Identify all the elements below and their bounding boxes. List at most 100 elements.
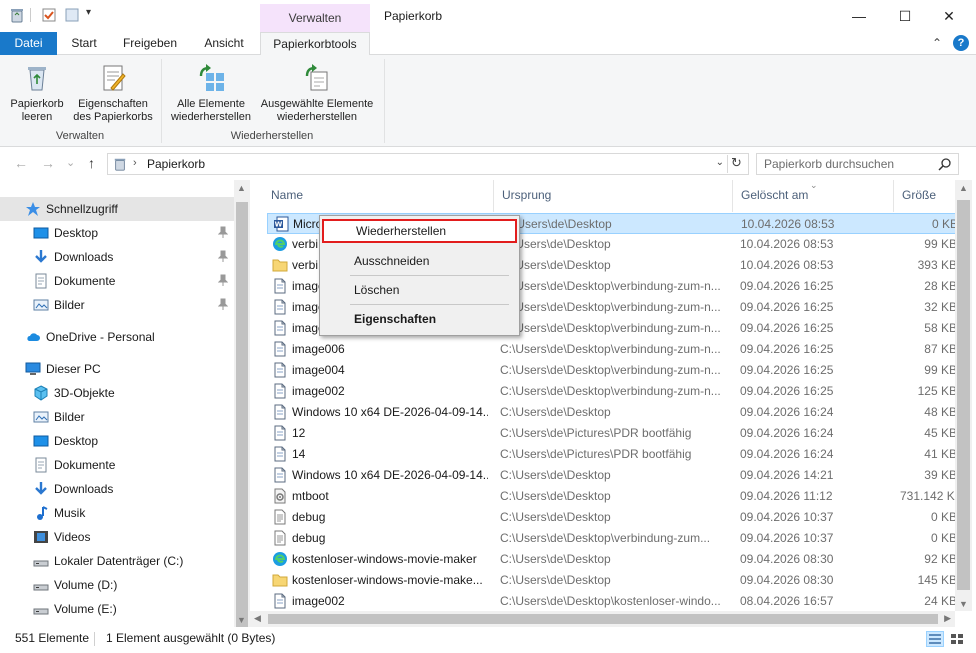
nav-item[interactable]: Videos	[0, 525, 234, 549]
recent-locations-button[interactable]: ⌄	[66, 156, 75, 169]
menu-item-delete[interactable]: Löschen	[322, 278, 517, 302]
table-row[interactable]: debug C:\Users\de\Desktop\verbindung-zum.…	[267, 528, 955, 549]
close-button[interactable]: ✕	[926, 0, 972, 32]
tab-recycle-bin-tools[interactable]: Papierkorbtools	[260, 32, 370, 56]
recycle-bin-small-icon[interactable]	[9, 7, 25, 23]
search-icon[interactable]	[938, 157, 952, 171]
table-row[interactable]: kostenloser-windows-movie-make... C:\User…	[267, 570, 955, 591]
address-bar[interactable]: › Papierkorb ⌄ ↻	[107, 153, 749, 175]
up-button[interactable]: ↑	[88, 155, 95, 171]
back-button[interactable]: ←	[14, 155, 28, 171]
tab-view[interactable]: Ansicht	[192, 32, 256, 55]
table-row[interactable]: image002 C:\Users\de\Desktop\kostenloser-…	[267, 591, 955, 611]
tab-file[interactable]: Datei	[0, 32, 57, 55]
horizontal-scrollbar[interactable]: ◀ ▶	[250, 611, 955, 627]
file-list-scroll-thumb[interactable]	[957, 200, 970, 590]
scroll-up-arrow-icon[interactable]: ▲	[959, 183, 968, 193]
large-icons-view-button[interactable]	[948, 631, 966, 647]
nav-item[interactable]: Musik	[0, 501, 234, 525]
restore-all-label-2: wiederherstellen	[170, 111, 252, 123]
quick-access-dropdown-icon[interactable]: ▾	[86, 7, 91, 18]
nav-item[interactable]: Downloads	[0, 245, 234, 269]
refresh-icon[interactable]: ↻	[727, 155, 745, 173]
help-icon[interactable]: ?	[953, 35, 969, 51]
nav-item[interactable]: Volume (E:)	[0, 597, 234, 621]
table-row[interactable]: Windows 10 x64 DE-2026-04-09-14... C:\Use…	[267, 465, 955, 486]
ribbon-group-separator	[384, 59, 385, 143]
column-header-origin[interactable]: Ursprung	[493, 180, 732, 212]
scroll-left-arrow-icon[interactable]: ◀	[254, 613, 261, 624]
new-folder-icon[interactable]	[64, 7, 80, 23]
pin-icon	[217, 298, 229, 310]
scroll-up-arrow-icon[interactable]: ▲	[237, 183, 246, 193]
pictures-icon	[33, 409, 49, 425]
scroll-right-arrow-icon[interactable]: ▶	[944, 613, 951, 624]
table-row[interactable]: image002 C:\Users\de\Desktop\verbindung-z…	[267, 381, 955, 402]
file-icon	[272, 467, 288, 483]
table-row[interactable]: debug C:\Users\de\Desktop 09.04.2026 10:37…	[267, 507, 955, 528]
search-input[interactable]: Papierkorb durchsuchen	[764, 157, 894, 171]
breadcrumb-chevron-icon[interactable]: ›	[133, 157, 137, 169]
table-row[interactable]: mtboot C:\Users\de\Desktop 09.04.2026 11:1…	[267, 486, 955, 507]
nav-item[interactable]: Desktop	[0, 221, 234, 245]
text-file-icon	[272, 530, 288, 546]
cell-deleted: 09.04.2026 16:24	[740, 405, 834, 419]
cell-origin: C:\Users\de\Desktop\verbindung-zum-n...	[500, 363, 721, 377]
breadcrumb-recycle-bin[interactable]: Papierkorb	[147, 157, 205, 171]
cell-deleted: 10.04.2026 08:53	[740, 258, 834, 272]
nav-item-label: Volume (E:)	[54, 602, 117, 616]
table-row[interactable]: 12 C:\Users\de\Pictures\PDR bootfähig 09.0…	[267, 423, 955, 444]
restore-all-button[interactable]: Alle Elemente wiederherstellen	[166, 59, 256, 125]
scroll-down-arrow-icon[interactable]: ▼	[237, 615, 246, 625]
restore-selected-button[interactable]: Ausgewählte Elemente wiederherstellen	[256, 59, 378, 125]
nav-item[interactable]: Dokumente	[0, 453, 234, 477]
column-header-size[interactable]: Größe	[893, 180, 955, 212]
cell-deleted: 09.04.2026 16:25	[740, 363, 834, 377]
nav-item[interactable]: Bilder	[0, 405, 234, 429]
properties-check-icon[interactable]	[41, 7, 57, 23]
table-row[interactable]: image004 C:\Users\de\Desktop\verbindung-z…	[267, 360, 955, 381]
nav-item[interactable]: Schnellzugriff	[0, 197, 234, 221]
scroll-down-arrow-icon[interactable]: ▼	[959, 599, 968, 609]
table-row[interactable]: 14 C:\Users\de\Pictures\PDR bootfähig 09.0…	[267, 444, 955, 465]
navigation-scrollbar[interactable]: ▲ ▼	[234, 180, 250, 632]
nav-item[interactable]: 3D-Objekte	[0, 381, 234, 405]
cell-origin: C:\Users\de\Pictures\PDR bootfähig	[500, 426, 692, 440]
table-row[interactable]: kostenloser-windows-movie-maker C:\Users\…	[267, 549, 955, 570]
nav-item[interactable]: Volume (D:)	[0, 573, 234, 597]
nav-item[interactable]: Lokaler Datenträger (C:)	[0, 549, 234, 573]
nav-item[interactable]: Desktop	[0, 429, 234, 453]
table-row[interactable]: Windows 10 x64 DE-2026-04-09-14... C:\Use…	[267, 402, 955, 423]
nav-item[interactable]: Dieser PC	[0, 357, 234, 381]
menu-item-restore[interactable]: Wiederherstellen	[322, 219, 517, 243]
cell-deleted: 09.04.2026 11:12	[740, 489, 833, 503]
address-dropdown-icon[interactable]: ⌄	[716, 157, 724, 168]
nav-item[interactable]: Downloads	[0, 477, 234, 501]
table-row[interactable]: image006 C:\Users\de\Desktop\verbindung-z…	[267, 339, 955, 360]
cell-origin: C:\Users\de\Desktop	[500, 510, 611, 524]
cell-size: 48 KB	[924, 405, 955, 419]
navigation-scroll-thumb[interactable]	[236, 202, 248, 632]
column-header-name[interactable]: Name	[263, 180, 493, 212]
empty-recycle-bin-button[interactable]: Papierkorb leeren	[4, 59, 70, 125]
cell-size: 99 KB	[924, 363, 955, 377]
search-box[interactable]: Papierkorb durchsuchen	[756, 153, 959, 175]
menu-item-properties[interactable]: Eigenschaften	[322, 307, 517, 331]
nav-item[interactable]: Bilder	[0, 293, 234, 317]
menu-item-cut[interactable]: Ausschneiden	[322, 249, 517, 273]
collapse-ribbon-icon[interactable]: ⌃	[932, 36, 942, 50]
horizontal-scroll-thumb[interactable]	[268, 614, 938, 624]
cell-deleted: 09.04.2026 16:25	[740, 321, 834, 335]
tab-share[interactable]: Freigeben	[112, 32, 188, 55]
forward-button[interactable]: →	[41, 155, 55, 171]
nav-item[interactable]: Dokumente	[0, 269, 234, 293]
file-list-scrollbar[interactable]: ▲ ▼	[955, 180, 972, 611]
maximize-button[interactable]: ☐	[882, 0, 928, 32]
details-view-icon	[929, 634, 941, 644]
minimize-button[interactable]: —	[836, 0, 882, 32]
tab-start[interactable]: Start	[60, 32, 108, 55]
nav-item[interactable]: OneDrive - Personal	[0, 325, 234, 349]
download-icon	[33, 481, 49, 497]
bin-properties-button[interactable]: Eigenschaften des Papierkorbs	[70, 59, 156, 125]
details-view-button[interactable]	[926, 631, 944, 647]
